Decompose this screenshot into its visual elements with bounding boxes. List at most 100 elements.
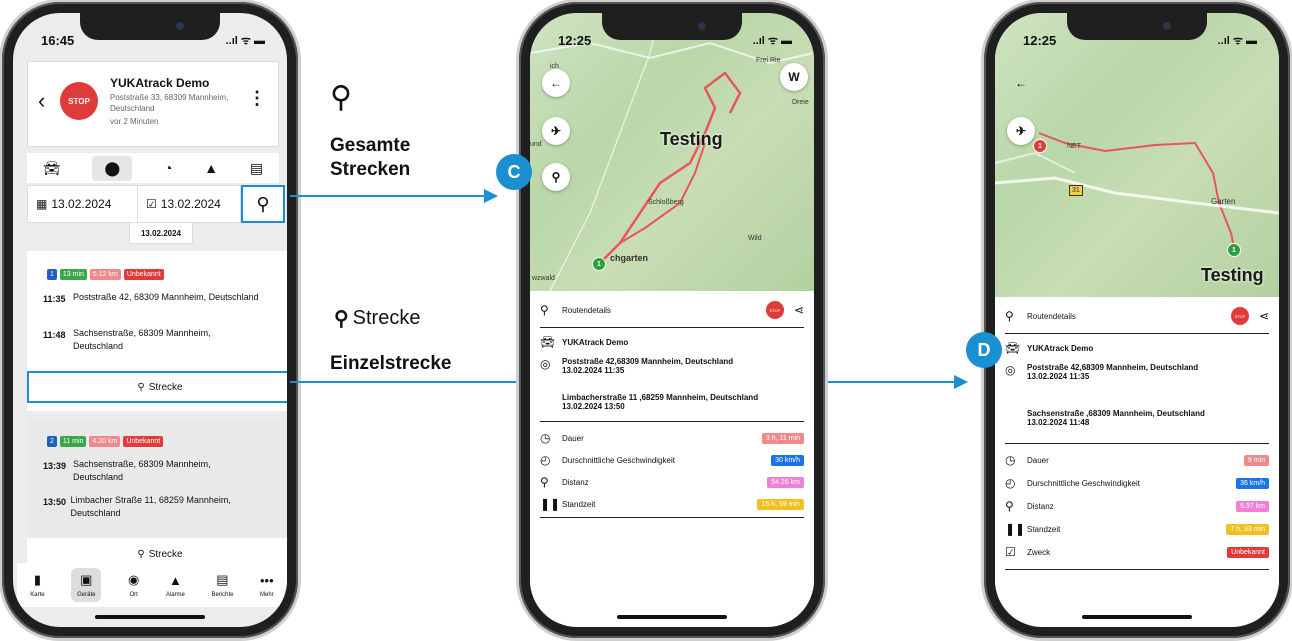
nav-map[interactable]: ▮ Karte — [30, 572, 44, 598]
route-pin-icon: ⚲ — [334, 308, 349, 330]
nav-label: Geräte — [77, 592, 96, 598]
trip-index-chip: 2 — [47, 436, 57, 447]
nav-reports[interactable]: ▤ Berichte — [211, 572, 233, 598]
marker-d: D — [966, 332, 1002, 368]
pause-icon: ❚❚ — [540, 497, 561, 511]
stat-standzeit: ❚❚ Standzeit 15 h, 59 min — [540, 497, 804, 511]
map-view[interactable]: ← ✈ ⚲ W Testing Schloßberg Wild chgarten… — [530, 13, 814, 291]
status-time: 12:25 — [1023, 33, 1057, 48]
car-tab-icon[interactable]: 🚘︎ — [43, 160, 61, 177]
route-lines — [530, 13, 814, 291]
phone2-screen: 12:25 ..ıl ᯤ ▬ ← ✈ ⚲ W Testing Schloßber… — [530, 13, 814, 627]
report-tab-icon[interactable]: ▤ — [250, 160, 263, 177]
route-pin-icon: ⚲ — [256, 193, 270, 214]
trip2-start: 13:39 Sachsenstraße, 68309 Mannheim, Deu… — [43, 458, 263, 484]
details-title: Routendetails — [1027, 311, 1076, 321]
back-button[interactable]: ← — [542, 69, 570, 97]
nav-location[interactable]: ◉ Ort — [128, 572, 139, 598]
details-header: ⚲ Routendetails STOP ⋖ — [1005, 307, 1269, 325]
details-title: Routendetails — [562, 305, 611, 315]
status-icons: ..ıl ᯤ ▬ — [1217, 35, 1257, 47]
back-arrow-icon: ← — [550, 76, 562, 90]
stat-value: 15 h, 59 min — [757, 498, 804, 510]
stop-badge: STOP — [60, 82, 98, 120]
satellite-button[interactable]: ✈ — [542, 117, 570, 145]
device-tabbar: 🚘︎ ⬤ ◔ ▲ ▤ — [27, 153, 279, 183]
gesamte-strecken-label: Gesamte Strecken — [330, 135, 411, 180]
date-chip: 13.02.2024 — [129, 222, 193, 244]
bell-icon: ▲ — [168, 572, 182, 588]
date-from-field[interactable]: ▦ 13.02.2024 — [27, 185, 139, 223]
nav-alarms[interactable]: ▲ Alarme — [166, 573, 185, 598]
einzelstrecke-label: Einzelstrecke — [330, 353, 452, 374]
home-indicator — [1082, 615, 1192, 619]
routes-button[interactable]: ⚲ — [542, 163, 570, 191]
route-end-pin[interactable]: 1 — [1227, 243, 1241, 257]
map-view[interactable]: ← ✈ Testing NET Garten 31 1 1 — [995, 13, 1279, 297]
route-start-pin[interactable]: 1 — [1033, 139, 1047, 153]
date-to-value: 13.02.2024 — [160, 197, 221, 211]
divider — [540, 327, 804, 328]
strecke-button-1[interactable]: ⚲ Strecke — [27, 371, 287, 403]
end-address: Limbacherstraße 11 ,68259 Mannheim, Deut… — [562, 393, 759, 402]
phone3-screen: 12:25 ..ıl ᯤ ▬ ← ✈ Testing NET Garten 31… — [995, 13, 1279, 627]
nav-devices[interactable]: ▣ Geräte — [71, 568, 102, 602]
phone-single-route: 12:25 ..ıl ᯤ ▬ ← ✈ Testing NET Garten 31… — [984, 2, 1290, 638]
stat-duration: ◷ Dauer 3 h, 11 min — [540, 431, 804, 445]
stat-value: 9 min — [1243, 454, 1269, 466]
compass-button[interactable]: W — [780, 63, 808, 91]
speed-tab-icon[interactable]: ◔ — [164, 160, 172, 176]
back-icon[interactable]: ‹ — [38, 88, 45, 114]
home-indicator — [617, 615, 727, 619]
stat-value: 54.26 km — [767, 476, 804, 488]
alarm-tab-icon[interactable]: ▲ — [204, 160, 218, 176]
satellite-icon: ✈ — [550, 124, 562, 138]
route-start-pin[interactable]: 1 — [592, 257, 606, 271]
end-time: 13.02.2024 13:50 — [562, 402, 625, 411]
device-name: YUKAtrack Demo — [110, 76, 210, 90]
trip-distance-chip: 5.12 km — [89, 269, 121, 280]
map-poi: Dreie — [792, 99, 809, 106]
stop-address: Sachsenstraße, 68309 Mannheim, Deutschla… — [72, 459, 211, 482]
stop-address: Poststraße 42, 68309 Mannheim, Deutschla… — [73, 292, 259, 302]
calendar-check-icon: ☑ — [146, 197, 157, 211]
trip-card-1[interactable]: 1 13 min 5.12 km Unbekannt 11:35 Poststr… — [27, 251, 287, 411]
nav-more[interactable]: ••• Mehr — [260, 573, 274, 598]
nav-label: Ort — [129, 592, 138, 598]
trip-card-2[interactable]: 2 11 min 4.20 km Unbekannt 13:39 Sachsen… — [27, 418, 287, 570]
device-row: 🚘︎ YUKAtrack Demo — [1005, 341, 1269, 355]
stop-address: Sachsenstraße, 68309 Mannheim, Deutschla… — [72, 328, 211, 351]
share-icon[interactable]: ⋖ — [1259, 309, 1269, 323]
route-icon: ⚲ — [551, 170, 561, 184]
purpose-icon: ☑ — [1005, 545, 1016, 559]
status-time: 16:45 — [41, 33, 75, 48]
stat-label: Distanz — [562, 477, 589, 487]
location-tab-icon[interactable]: ⬤ — [92, 155, 133, 181]
satellite-button[interactable]: ✈ — [1007, 117, 1035, 145]
phone1-screen: 16:45 ..ıl ᯤ ▬ ‹ STOP YUKAtrack Demo Pos… — [13, 13, 287, 627]
share-icon[interactable]: ⋖ — [794, 303, 804, 317]
trip2-end: 13:50 Limbacher Straße 11, 68259 Mannhei… — [43, 494, 263, 520]
device-name: YUKAtrack Demo — [562, 337, 629, 347]
trip1-start: 11:35 Poststraße 42, 68309 Mannheim, Deu… — [43, 291, 263, 304]
device-header-card: ‹ STOP YUKAtrack Demo Poststraße 33, 683… — [27, 61, 279, 147]
map-poi: und — [530, 141, 542, 148]
map-poi: wzwald — [532, 275, 555, 282]
home-indicator — [95, 615, 205, 619]
all-routes-button[interactable]: ⚲ — [241, 185, 285, 223]
status-icons: ..ıl ᯤ ▬ — [225, 35, 265, 47]
stat-speed: ◴ Durschnittliche Geschwindigkeit 30 km/… — [540, 453, 804, 467]
back-button[interactable]: ← — [1007, 69, 1035, 97]
more-menu-icon[interactable]: ⋮ — [248, 88, 266, 109]
start-row: ◎ Poststraße 42,68309 Mannheim, Deutschl… — [1005, 363, 1269, 381]
stat-label: Dauer — [1027, 455, 1049, 465]
calendar-icon: ▦ — [36, 197, 48, 211]
phone-all-routes: 12:25 ..ıl ᯤ ▬ ← ✈ ⚲ W Testing Schloßber… — [519, 2, 825, 638]
date-to-field[interactable]: ☑ 13.02.2024 — [137, 185, 241, 223]
stat-label: Standzeit — [1027, 524, 1061, 534]
stat-distance: ⚲ Distanz 5.97 km — [1005, 499, 1269, 513]
route-icon: ⚲ — [540, 303, 549, 317]
car-icon: 🚘︎ — [540, 335, 556, 349]
trip1-chips: 1 13 min 5.12 km Unbekannt — [47, 269, 164, 280]
map-poi: chgarten — [610, 253, 649, 263]
